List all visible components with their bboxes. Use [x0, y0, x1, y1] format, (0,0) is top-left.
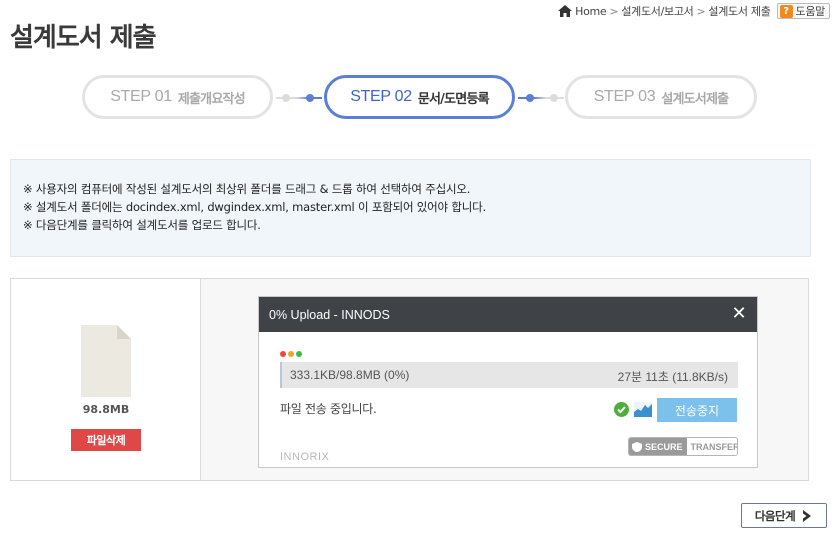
- chevron-right-icon: [803, 509, 812, 522]
- help-label: 도움말: [795, 5, 826, 18]
- step-3: STEP 03 설계도서제출: [565, 75, 757, 119]
- notice-line: ※ 설계도서 폴더에는 docindex.xml, dwgindex.xml, …: [23, 200, 486, 214]
- step-3-number: STEP 03: [593, 88, 656, 105]
- dialog-header: 0% Upload - INNODS: [259, 297, 757, 332]
- help-button[interactable]: ? 도움말: [776, 3, 830, 19]
- secure-badge-left: SECURE: [629, 438, 687, 455]
- breadcrumb-separator: >: [696, 4, 706, 18]
- upload-progress-bar: 333.1KB/98.8MB (0%) 27분 11초 (11.8KB/s): [280, 362, 738, 388]
- step-2-number: STEP 02: [350, 88, 412, 105]
- progress-bytes: 333.1KB/98.8MB (0%): [290, 368, 410, 382]
- page-title: 설계도서 제출: [10, 23, 157, 53]
- home-icon[interactable]: [558, 5, 573, 17]
- breadcrumb: Home > 설계도서/보고서 > 설계도서 제출 ? 도움말: [558, 3, 830, 19]
- notice-box: ※ 사용자의 컴퓨터에 작성된 설계도서의 최상위 폴더를 드래그 & 드롭 하…: [10, 159, 811, 257]
- step-3-label: 설계도서제출: [661, 91, 729, 107]
- stop-transfer-button[interactable]: 전송중지: [657, 398, 737, 422]
- brand-logo: INNORIX: [280, 451, 330, 463]
- breadcrumb-separator: >: [609, 4, 619, 18]
- secure-transfer-badge: SECURE TRANSFER: [628, 437, 738, 456]
- step-2: STEP 02 문서/도면등록: [324, 75, 515, 119]
- notice-line: ※ 사용자의 컴퓨터에 작성된 설계도서의 최상위 폴더를 드래그 & 드롭 하…: [23, 182, 471, 196]
- breadcrumb-home[interactable]: Home: [575, 5, 607, 18]
- progress-eta: 27분 11초 (11.8KB/s): [617, 370, 728, 384]
- transfer-label: TRANSFER: [686, 438, 737, 455]
- check-icon: [614, 402, 629, 417]
- status-dots-icon: [280, 351, 302, 357]
- step-1: STEP 01 제출개요작성: [82, 75, 273, 119]
- next-step-button[interactable]: 다음단계: [741, 503, 827, 528]
- file-icon: [81, 325, 131, 397]
- file-pane: 98.8MB 파일삭제: [11, 279, 201, 480]
- file-size: 98.8MB: [82, 403, 130, 416]
- breadcrumb-item-reports[interactable]: 설계도서/보고서: [621, 3, 693, 19]
- connector-dot: [550, 94, 558, 102]
- close-icon[interactable]: ✕: [731, 305, 747, 323]
- step-indicator: STEP 01 제출개요작성 STEP 02 문서/도면등록 STEP 03 설…: [82, 75, 758, 121]
- step-1-number: STEP 01: [110, 88, 172, 105]
- shield-icon: [632, 441, 642, 452]
- connector-dot: [306, 94, 314, 102]
- connector-dot: [282, 94, 290, 102]
- help-icon: ?: [779, 4, 793, 18]
- dialog-title: 0% Upload - INNODS: [269, 307, 390, 322]
- upload-area[interactable]: 98.8MB 파일삭제 0% Upload - INNODS ✕ 333.1KB…: [10, 278, 809, 481]
- transfer-status: 파일 전송 중입니다.: [280, 402, 377, 416]
- upload-dialog: 0% Upload - INNODS ✕ 333.1KB/98.8MB (0%)…: [258, 296, 758, 468]
- next-step-label: 다음단계: [754, 508, 796, 523]
- step-2-label: 문서/도면등록: [417, 91, 490, 107]
- upload-pane: 0% Upload - INNODS ✕ 333.1KB/98.8MB (0%)…: [201, 279, 808, 480]
- progress-fill: [280, 362, 282, 388]
- secure-label: SECURE: [645, 441, 683, 452]
- delete-file-button[interactable]: 파일삭제: [71, 429, 141, 451]
- step-1-label: 제출개요작성: [177, 91, 246, 107]
- breadcrumb-item-current: 설계도서 제출: [708, 5, 771, 18]
- step-connector: [276, 94, 322, 102]
- step-connector: [518, 94, 564, 102]
- connector-dot: [526, 94, 534, 102]
- notice-line: ※ 다음단계를 클릭하여 설계도서를 업로드 합니다.: [23, 218, 261, 232]
- chart-icon[interactable]: [634, 402, 652, 417]
